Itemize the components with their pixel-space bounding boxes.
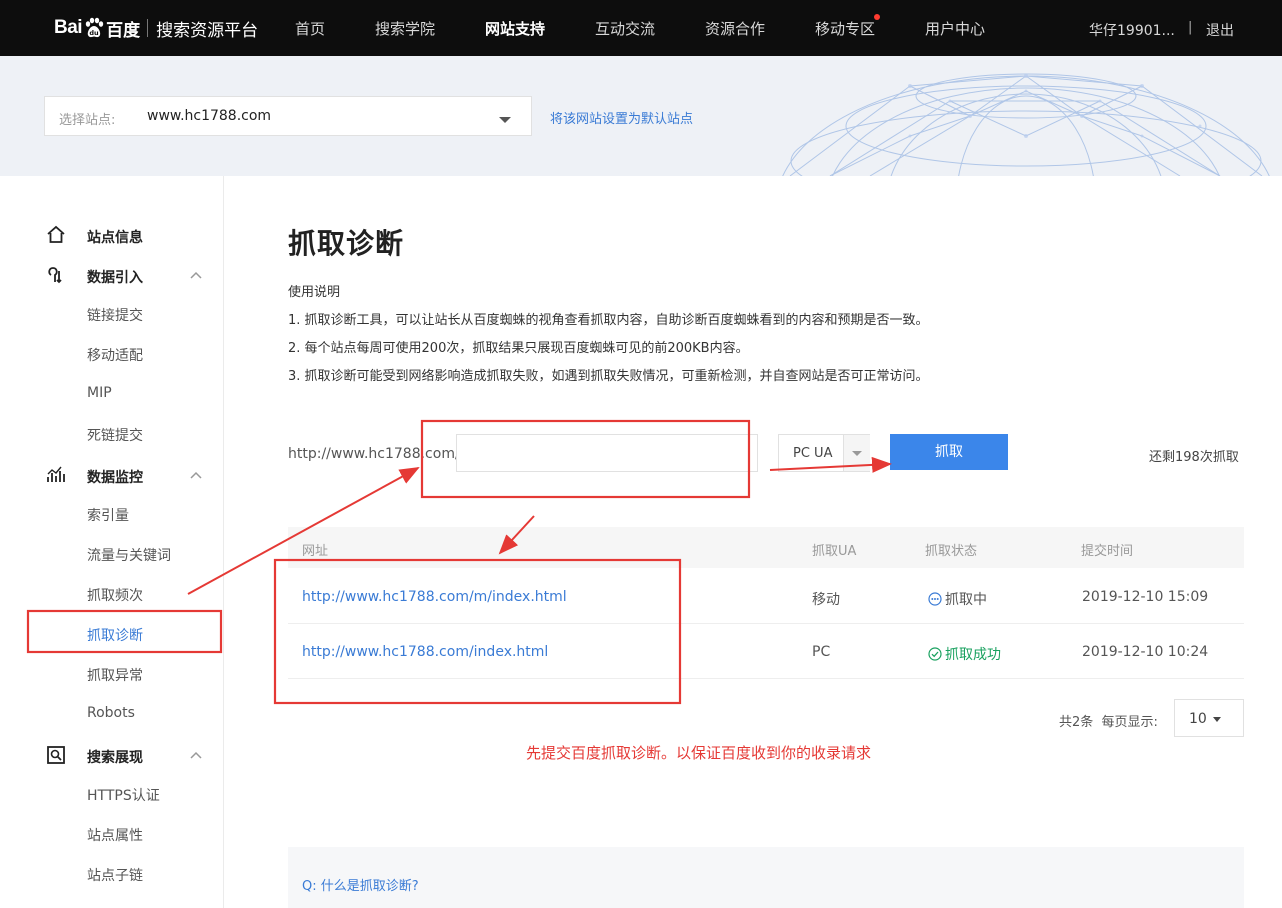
row-time: 2019-12-10 15:09 bbox=[1082, 589, 1209, 605]
chart-icon bbox=[47, 466, 65, 482]
nav-home[interactable]: 首页 bbox=[295, 18, 325, 39]
instructions-heading: 使用说明 bbox=[288, 285, 341, 300]
success-check-icon bbox=[928, 647, 942, 661]
table-row: http://www.hc1788.com/m/index.html 移动 抓取… bbox=[288, 569, 1244, 624]
column-header-ua: 抓取UA bbox=[812, 544, 857, 559]
platform-name: 搜索资源平台 bbox=[156, 20, 259, 41]
sidebar-group-search-display[interactable]: 搜索展现 bbox=[0, 740, 224, 770]
per-page-label: 每页显示: bbox=[1101, 715, 1158, 730]
svg-text:du: du bbox=[89, 29, 99, 37]
instruction-line: 1. 抓取诊断工具，可以让站长从百度蜘蛛的视角查看抓取内容，自助诊断百度蜘蛛看到… bbox=[288, 313, 929, 328]
chevron-down-icon bbox=[499, 117, 511, 123]
sidebar-item-link-submit[interactable]: 链接提交 bbox=[87, 305, 143, 325]
logo-text-bai: Bai bbox=[54, 17, 83, 38]
sidebar-group-label: 数据引入 bbox=[87, 270, 143, 286]
sidebar-item-site-attributes[interactable]: 站点属性 bbox=[87, 825, 143, 845]
sidebar-item-dead-link[interactable]: 死链提交 bbox=[87, 425, 143, 445]
row-status-text: 抓取中 bbox=[945, 592, 987, 608]
loading-dots-icon bbox=[928, 592, 942, 606]
total-count: 共2条 bbox=[1059, 715, 1094, 730]
column-header-url: 网址 bbox=[302, 544, 329, 559]
faq-question[interactable]: Q: 什么是抓取诊断? bbox=[302, 875, 419, 894]
faq-panel: Q: 什么是抓取诊断? bbox=[288, 847, 1244, 908]
home-icon bbox=[47, 225, 65, 243]
sidebar-item-mip[interactable]: MIP bbox=[87, 385, 112, 401]
url-path-input[interactable] bbox=[456, 434, 758, 472]
sidebar-group-site-info[interactable]: 站点信息 bbox=[0, 220, 224, 250]
data-import-icon bbox=[48, 267, 62, 284]
row-url-link[interactable]: http://www.hc1788.com/m/index.html bbox=[302, 589, 567, 605]
row-status: 抓取中 bbox=[928, 589, 987, 609]
column-header-status: 抓取状态 bbox=[925, 544, 978, 559]
row-status-text: 抓取成功 bbox=[945, 647, 1001, 663]
instruction-line: 3. 抓取诊断可能受到网络影响造成抓取失败，如遇到抓取失败情况，可重新检测，并自… bbox=[288, 369, 929, 384]
column-header-time: 提交时间 bbox=[1081, 544, 1134, 559]
row-time: 2019-12-10 10:24 bbox=[1082, 644, 1209, 660]
url-prefix: http://www.hc1788.com/ bbox=[288, 446, 460, 462]
caret-down-icon bbox=[1213, 717, 1221, 722]
top-nav-bar: Bai du 百度 搜索资源平台 首页 搜索学院 网站支持 互动交流 资源合作 bbox=[0, 0, 1282, 56]
page-size-select[interactable]: 10 bbox=[1174, 699, 1244, 737]
sidebar-item-traffic[interactable]: 流量与关键词 bbox=[87, 545, 171, 565]
baidu-logo[interactable]: Bai du 百度 搜索资源平台 bbox=[54, 10, 258, 46]
nav-site-support[interactable]: 网站支持 bbox=[485, 18, 545, 39]
sidebar-item-crawl-diagnosis[interactable]: 抓取诊断 bbox=[87, 625, 143, 645]
annotation-note: 先提交百度抓取诊断。以保证百度收到你的收录请求 bbox=[526, 744, 872, 762]
sidebar-group-label: 数据监控 bbox=[87, 470, 143, 486]
logo-divider bbox=[147, 19, 149, 37]
sidebar-item-https[interactable]: HTTPS认证 bbox=[87, 785, 160, 805]
nav-mobile[interactable]: 移动专区 bbox=[815, 18, 875, 39]
table-header: 网址 抓取UA 抓取状态 提交时间 bbox=[288, 527, 1244, 568]
chevron-up-icon bbox=[190, 271, 202, 279]
row-status[interactable]: 抓取成功 bbox=[928, 644, 1001, 664]
site-selector-label: 选择站点: bbox=[59, 113, 116, 128]
pagination-total: 共2条 每页显示: bbox=[1059, 711, 1158, 730]
username[interactable]: 华仔19901... bbox=[1089, 20, 1175, 40]
paw-icon: du bbox=[83, 17, 105, 39]
sidebar: 站点信息 数据引入 链接提交 移动适配 MIP 死链提交 数据监控 索引量 流量… bbox=[0, 176, 224, 908]
chevron-down-icon bbox=[843, 435, 870, 471]
row-ua: 移动 bbox=[812, 592, 840, 608]
ua-select-value: PC UA bbox=[793, 446, 833, 461]
user-separator: | bbox=[1188, 20, 1193, 35]
sidebar-group-data-import[interactable]: 数据引入 bbox=[0, 260, 224, 290]
sidebar-item-crawl-errors[interactable]: 抓取异常 bbox=[87, 665, 143, 685]
nav-academy[interactable]: 搜索学院 bbox=[375, 18, 435, 39]
row-url-link[interactable]: http://www.hc1788.com/index.html bbox=[302, 644, 548, 660]
sidebar-group-label: 站点信息 bbox=[87, 230, 143, 246]
sidebar-group-label: 搜索展现 bbox=[87, 750, 143, 766]
sidebar-item-index[interactable]: 索引量 bbox=[87, 505, 129, 525]
nav-user-center[interactable]: 用户中心 bbox=[925, 18, 985, 39]
sidebar-item-mobile-adapt[interactable]: 移动适配 bbox=[87, 345, 143, 365]
instruction-line: 2. 每个站点每周可使用200次，抓取结果只展现百度蜘蛛可见的前200KB内容。 bbox=[288, 341, 749, 356]
selected-site: www.hc1788.com bbox=[147, 108, 272, 124]
chevron-up-icon bbox=[190, 471, 202, 479]
page-title: 抓取诊断 bbox=[288, 227, 405, 260]
notification-dot bbox=[874, 14, 880, 20]
nav-resources[interactable]: 资源合作 bbox=[705, 18, 765, 39]
fetch-button[interactable]: 抓取 bbox=[890, 434, 1008, 470]
logo-text-baidu: 百度 bbox=[106, 20, 141, 41]
ua-select[interactable]: PC UA bbox=[778, 434, 870, 472]
table-row: http://www.hc1788.com/index.html PC 抓取成功… bbox=[288, 624, 1244, 679]
sidebar-item-sitelinks[interactable]: 站点子链 bbox=[87, 865, 143, 885]
site-banner: 选择站点: www.hc1788.com 将该网站设置为默认站点 bbox=[0, 56, 1282, 176]
page-size-value: 10 bbox=[1189, 711, 1207, 727]
logout-link[interactable]: 退出 bbox=[1206, 20, 1234, 40]
set-default-site-link[interactable]: 将该网站设置为默认站点 bbox=[550, 108, 693, 127]
sidebar-item-crawl-frequency[interactable]: 抓取频次 bbox=[87, 585, 143, 605]
sidebar-item-robots[interactable]: Robots bbox=[87, 705, 135, 721]
site-selector[interactable]: 选择站点: www.hc1788.com bbox=[44, 96, 532, 136]
nav-interaction[interactable]: 互动交流 bbox=[595, 18, 655, 39]
sidebar-group-data-monitor[interactable]: 数据监控 bbox=[0, 460, 224, 490]
row-ua: PC bbox=[812, 644, 831, 660]
chevron-up-icon bbox=[190, 751, 202, 759]
remaining-count: 还剩198次抓取 bbox=[1149, 450, 1239, 465]
search-display-icon bbox=[47, 746, 65, 764]
globe-graphic bbox=[782, 73, 1270, 176]
